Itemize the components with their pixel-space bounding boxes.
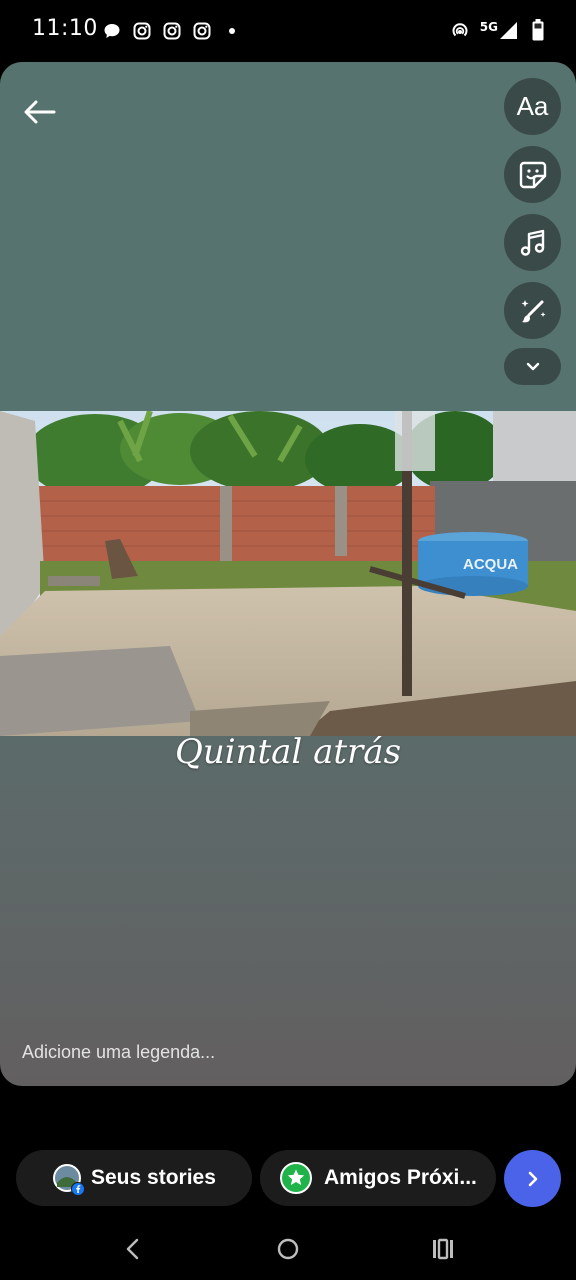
close-friends-star-icon bbox=[280, 1162, 312, 1194]
story-text-overlay[interactable]: Quintal atrás bbox=[0, 732, 576, 772]
sticker-icon bbox=[519, 161, 546, 188]
avatar bbox=[52, 1163, 85, 1196]
status-time: 11:10 bbox=[32, 16, 98, 41]
network-type: 5G bbox=[479, 20, 498, 34]
chevron-down-icon bbox=[526, 362, 539, 370]
story-editor: Aa ACQUA Quintal atrás Adicione uma lege… bbox=[0, 62, 576, 1086]
close-friends-button[interactable]: Amigos Próxi... bbox=[260, 1150, 496, 1206]
instagram-icon bbox=[132, 21, 152, 41]
backyard-photo: ACQUA bbox=[0, 411, 576, 736]
hotspot-icon bbox=[450, 20, 470, 40]
sticker-tool-button[interactable] bbox=[504, 146, 561, 203]
story-photo[interactable]: ACQUA bbox=[0, 411, 576, 736]
back-nav-button[interactable] bbox=[118, 1234, 148, 1264]
instagram-icon bbox=[192, 21, 212, 41]
instagram-icon bbox=[162, 21, 182, 41]
music-tool-button[interactable] bbox=[504, 214, 561, 271]
dot-icon bbox=[222, 21, 242, 41]
effects-tool-button[interactable] bbox=[504, 282, 561, 339]
back-button[interactable] bbox=[20, 92, 60, 132]
caption-input[interactable]: Adicione uma legenda... bbox=[22, 1042, 215, 1063]
chat-bubble-icon bbox=[102, 21, 122, 41]
your-stories-label: Seus stories bbox=[91, 1166, 216, 1189]
your-stories-button[interactable]: Seus stories bbox=[16, 1150, 252, 1206]
recents-nav-button[interactable] bbox=[428, 1234, 458, 1264]
recents-nav-icon bbox=[433, 1238, 453, 1260]
tank-text: ACQUA bbox=[463, 556, 518, 573]
navigation-bar bbox=[0, 1218, 576, 1280]
notification-icons bbox=[102, 21, 242, 41]
back-nav-icon bbox=[126, 1238, 139, 1260]
text-tool-label: Aa bbox=[516, 91, 549, 121]
status-bar: 11:10 5G bbox=[0, 0, 576, 62]
battery-icon bbox=[528, 19, 548, 41]
system-icons: 5G bbox=[450, 19, 548, 41]
signal-icon bbox=[498, 20, 518, 40]
home-nav-icon bbox=[277, 1238, 299, 1260]
magic-brush-icon bbox=[521, 299, 545, 322]
more-tools-button[interactable] bbox=[504, 348, 561, 385]
home-nav-button[interactable] bbox=[273, 1234, 303, 1264]
close-friends-label: Amigos Próxi... bbox=[324, 1166, 477, 1189]
text-tool-button[interactable]: Aa bbox=[504, 78, 561, 135]
music-note-icon bbox=[520, 229, 544, 256]
next-button[interactable] bbox=[504, 1150, 561, 1207]
arrow-left-icon bbox=[24, 100, 56, 124]
chevron-right-icon bbox=[528, 1171, 537, 1186]
facebook-icon bbox=[71, 1182, 85, 1196]
